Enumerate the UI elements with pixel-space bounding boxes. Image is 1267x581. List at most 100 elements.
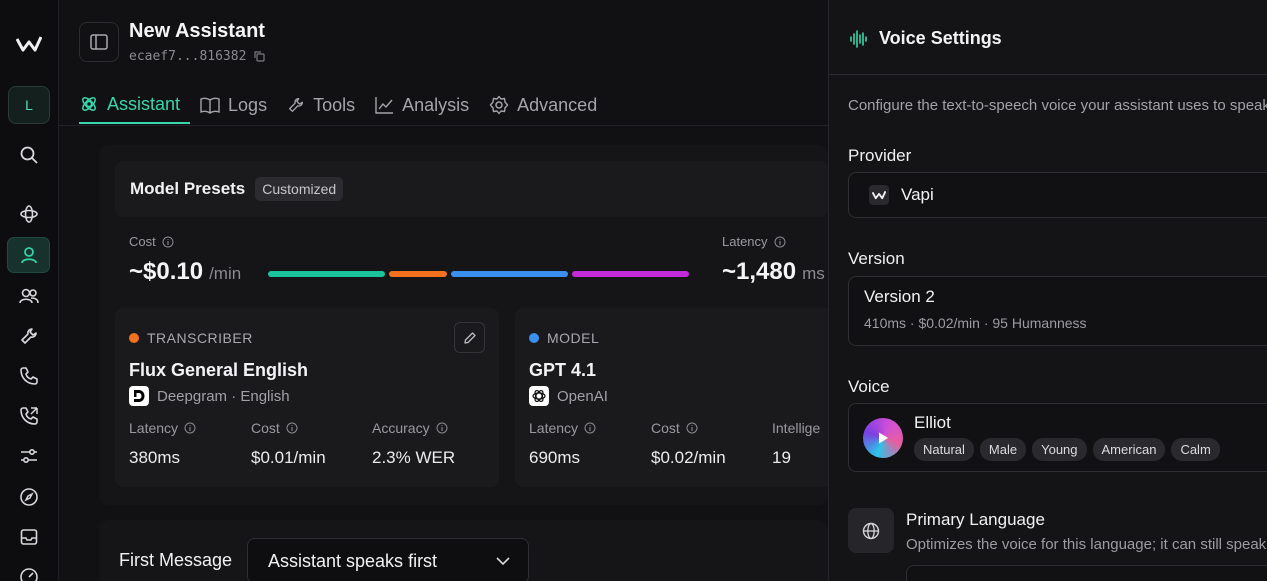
transcriber-latency: Latency 380ms [129, 420, 196, 468]
latency-amount: ~1,480 [722, 258, 797, 285]
pencil-icon [463, 331, 476, 344]
stat-label: Cost [651, 420, 680, 436]
transcriber-cost: Cost $0.01/min [251, 420, 326, 468]
customized-badge: Customized [255, 177, 344, 201]
cost-label: Cost [129, 234, 174, 249]
model-presets-title: Model Presets [130, 179, 246, 198]
waveform-icon [850, 29, 867, 48]
transcriber-name: Flux General English [129, 360, 309, 380]
tab-assistant[interactable]: Assistant [79, 86, 191, 124]
orbit-icon[interactable] [7, 196, 50, 232]
first-message-value: Assistant speaks first [268, 550, 438, 571]
transcriber-provider-text: Deepgram · English [157, 387, 290, 405]
transcriber-card[interactable]: TRANSCRIBER Flux General English Deepgra… [115, 308, 499, 487]
primary-language-select[interactable] [906, 565, 1267, 581]
workspace-avatar[interactable]: L [8, 86, 50, 124]
deepgram-icon [129, 386, 149, 406]
tab-bar: Assistant Logs Tools Analysis Advanced [79, 86, 607, 126]
model-presets-card: Model Presets Customized Cost ~$0.10 /mi… [99, 145, 828, 505]
stat-label: Cost [251, 420, 280, 436]
search-icon[interactable] [7, 137, 50, 173]
assistant-id: ecaef7...816382 [129, 49, 266, 64]
cost-breakdown-bar [268, 271, 689, 277]
transcriber-kind: TRANSCRIBER [129, 330, 253, 346]
tab-logs-label: Logs [228, 94, 268, 115]
voice-name: Elliot [914, 413, 951, 432]
sliders-icon[interactable] [7, 438, 50, 474]
phone-forward-icon[interactable] [7, 398, 50, 434]
wrench-icon[interactable] [7, 318, 50, 354]
edit-transcriber-button[interactable] [454, 322, 485, 353]
info-icon[interactable] [774, 236, 786, 248]
cost-bar-segment [451, 271, 569, 277]
tab-advanced[interactable]: Advanced [479, 86, 607, 124]
provider-select[interactable]: Vapi [848, 172, 1267, 218]
first-message-card: First Message Assistant speaks first [99, 520, 828, 581]
tab-logs[interactable]: Logs [190, 86, 277, 124]
info-icon[interactable] [162, 236, 174, 248]
gear-icon [489, 95, 509, 115]
model-name: GPT 4.1 [529, 360, 597, 380]
tab-assistant-label: Assistant [107, 93, 181, 114]
info-icon[interactable] [584, 422, 596, 434]
user-icon[interactable] [7, 237, 50, 273]
info-icon[interactable] [184, 422, 196, 434]
chevron-down-icon [496, 557, 510, 565]
panel-divider [829, 74, 1267, 75]
stat-label: Latency [129, 420, 179, 436]
voice-tag: Natural [914, 438, 974, 461]
model-kind: MODEL [529, 330, 599, 346]
tab-advanced-label: Advanced [517, 94, 598, 115]
book-icon [200, 97, 220, 114]
voice-tag: American [1092, 438, 1166, 461]
latency-value: ~1,480 ms [722, 258, 825, 286]
provider-value: Vapi [901, 185, 934, 204]
stat-label: Latency [529, 420, 579, 436]
voice-tag: Young [1032, 438, 1087, 461]
icon-rail: L [0, 0, 59, 581]
latency-unit: ms [802, 264, 825, 283]
stat-label: Intellige [772, 420, 821, 436]
cost-value: ~$0.10 /min [129, 258, 241, 286]
model-provider-text: OpenAI [557, 387, 608, 405]
stat-value: 19 [772, 448, 791, 467]
compass-icon[interactable] [7, 479, 50, 515]
model-dot [529, 333, 539, 343]
stat-value: 690ms [529, 448, 581, 467]
tab-tools[interactable]: Tools [277, 86, 365, 124]
model-card[interactable]: MODEL GPT 4.1 OpenAI Latency 690ms Cost … [515, 308, 828, 487]
cost-amount: ~$0.10 [129, 258, 204, 285]
model-kind-label: MODEL [547, 330, 600, 346]
tab-divider [59, 125, 828, 126]
cost-bar-segment [268, 271, 385, 277]
first-message-select[interactable]: Assistant speaks first [247, 538, 529, 581]
info-icon[interactable] [286, 422, 298, 434]
transcriber-kind-label: TRANSCRIBER [147, 330, 253, 346]
vapi-logo-icon [869, 185, 889, 205]
info-icon[interactable] [686, 422, 698, 434]
model-provider: OpenAI [529, 386, 608, 406]
assistant-main: New Assistant ecaef7...816382 Assistant … [59, 0, 828, 581]
sidebar-toggle-button[interactable] [79, 22, 119, 62]
stat-value: $0.02/min [651, 448, 726, 467]
phone-icon[interactable] [7, 358, 50, 394]
primary-language-title: Primary Language [906, 510, 1045, 529]
logo-icon[interactable] [7, 26, 50, 62]
brain-icon [82, 97, 96, 111]
sidebar-toggle-icon [90, 34, 108, 50]
transcriber-dot [129, 333, 139, 343]
play-icon[interactable] [876, 431, 890, 445]
cost-bar-segment [572, 271, 689, 277]
voice-select[interactable]: Elliot Natural Male Young American Calm [848, 403, 1267, 472]
inbox-icon[interactable] [7, 519, 50, 555]
copy-icon[interactable] [254, 51, 266, 62]
version-select[interactable]: Version 2 410ms · $0.02/min · 95 Humanne… [848, 276, 1267, 346]
stat-value: 2.3% WER [372, 448, 456, 467]
version-meta: 410ms · $0.02/min · 95 Humanness [864, 315, 1087, 331]
info-icon[interactable] [436, 422, 448, 434]
gauge-icon[interactable] [7, 559, 50, 581]
voice-settings-header: Voice Settings [849, 28, 1002, 49]
model-presets-header[interactable]: Model Presets Customized [115, 161, 828, 217]
tab-analysis[interactable]: Analysis [365, 86, 479, 124]
users-icon[interactable] [7, 278, 50, 314]
